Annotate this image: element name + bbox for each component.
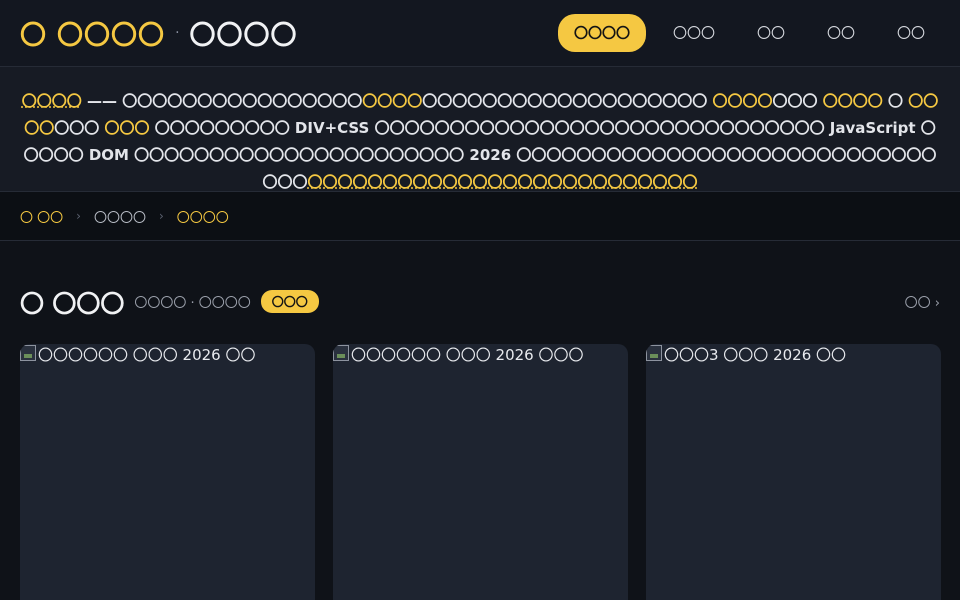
nav-item-1[interactable]: 〇〇〇〇 xyxy=(558,14,646,52)
card[interactable]: 〇〇〇3 〇〇〇 2026 〇〇 xyxy=(646,344,941,600)
intro-text-segment: —— 〇〇〇〇〇〇〇〇〇〇〇〇〇〇〇〇 xyxy=(81,92,363,110)
breadcrumb-home[interactable]: 〇 〇〇 xyxy=(20,207,63,226)
card-image-alt: 〇〇〇3 〇〇〇 2026 〇〇 xyxy=(664,346,847,364)
brand-separator: · xyxy=(175,25,180,41)
intro-text-segment: 〇〇〇 xyxy=(772,92,823,110)
card-image-alt: 〇〇〇〇〇〇 〇〇〇 2026 〇〇 xyxy=(38,346,256,364)
brand-subtitle[interactable]: 〇〇〇〇 xyxy=(190,15,298,52)
broken-image-icon xyxy=(646,345,662,361)
card-grid: 〇〇〇〇〇〇 〇〇〇 2026 〇〇 〇〇〇〇〇〇 〇〇〇 2026 〇〇〇 〇… xyxy=(20,344,941,600)
section-subtitle: 〇〇〇〇 · 〇〇〇〇 xyxy=(134,295,251,311)
intro-link-2[interactable]: 〇〇〇〇〇〇〇〇〇〇〇〇〇〇〇〇〇〇〇〇〇〇〇〇〇〇 xyxy=(308,173,698,191)
breadcrumb-separator: › xyxy=(76,209,81,223)
card[interactable]: 〇〇〇〇〇〇 〇〇〇 2026 〇〇 xyxy=(20,344,315,600)
nav-item-3[interactable]: 〇〇 xyxy=(742,15,800,51)
intro-link-1[interactable]: 〇〇〇〇 xyxy=(22,92,82,110)
card-image[interactable]: 〇〇〇3 〇〇〇 2026 〇〇 xyxy=(646,344,846,365)
section-badge: 〇〇〇 xyxy=(260,289,319,313)
broken-image-icon xyxy=(20,345,36,361)
card[interactable]: 〇〇〇〇〇〇 〇〇〇 2026 〇〇〇 xyxy=(333,344,628,600)
nav-item-5[interactable]: 〇〇 xyxy=(882,15,940,51)
breadcrumb-category[interactable]: 〇〇〇〇 xyxy=(94,207,146,226)
intro-highlight-2: 〇〇〇〇 xyxy=(712,92,773,110)
card-image-alt: 〇〇〇〇〇〇 〇〇〇 2026 〇〇〇 xyxy=(351,346,584,364)
nav-item-2[interactable]: 〇〇〇 xyxy=(658,15,730,51)
intro-text: 〇〇〇〇 —— 〇〇〇〇〇〇〇〇〇〇〇〇〇〇〇〇〇〇〇〇〇〇〇〇〇〇〇〇〇〇〇〇… xyxy=(0,67,960,192)
intro-highlight-3: 〇〇〇〇 xyxy=(822,92,883,110)
more-link[interactable]: 〇〇 › xyxy=(905,292,940,311)
brand-title[interactable]: 〇 〇〇〇〇 xyxy=(20,15,165,52)
intro-text-segment: 〇〇〇 xyxy=(54,119,105,137)
intro-text-segment: 〇 xyxy=(882,92,909,110)
brand[interactable]: 〇 〇〇〇〇 · 〇〇〇〇 xyxy=(20,15,298,52)
intro-highlight-5: 〇〇〇 xyxy=(104,119,150,137)
card-image[interactable]: 〇〇〇〇〇〇 〇〇〇 2026 〇〇 xyxy=(20,344,255,365)
breadcrumb-current: 〇〇〇〇 xyxy=(176,210,229,226)
section-header: 〇 〇〇〇 〇〇〇〇 · 〇〇〇〇 〇〇〇 〇〇 › xyxy=(20,286,940,318)
section-title: 〇 〇〇〇 xyxy=(20,289,125,318)
breadcrumb: 〇 〇〇 › 〇〇〇〇 › 〇〇〇〇 xyxy=(0,192,960,241)
intro-text-segment: 〇〇〇〇〇〇〇〇〇〇〇〇〇〇〇〇〇〇〇 xyxy=(422,92,713,110)
intro-highlight-1: 〇〇〇〇 xyxy=(362,92,423,110)
broken-image-icon xyxy=(333,345,349,361)
nav-item-4[interactable]: 〇〇 xyxy=(812,15,870,51)
card-image[interactable]: 〇〇〇〇〇〇 〇〇〇 2026 〇〇〇 xyxy=(333,344,583,365)
main-nav: 〇〇〇〇 〇〇〇 〇〇 〇〇 〇〇 xyxy=(558,14,940,52)
site-header: 〇 〇〇〇〇 · 〇〇〇〇 〇〇〇〇 〇〇〇 〇〇 〇〇 〇〇 xyxy=(0,0,960,67)
breadcrumb-separator: › xyxy=(158,209,164,223)
